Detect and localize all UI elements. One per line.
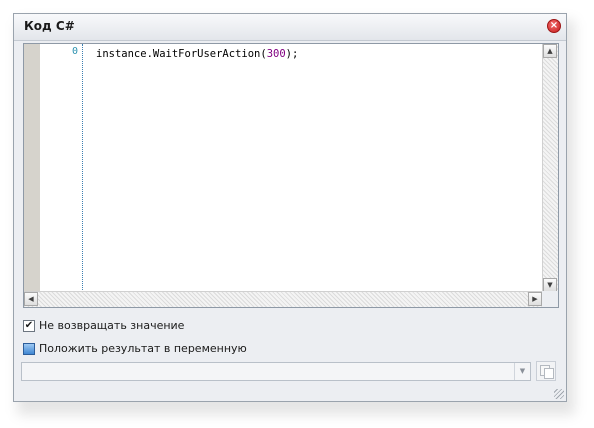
code-editor[interactable]: 0 instance.WaitForUserAction(300); ▲ ▼ ◀… — [23, 43, 559, 308]
store-result-option[interactable]: Положить результат в переменную — [23, 342, 247, 355]
store-result-label: Положить результат в переменную — [39, 342, 247, 355]
scroll-up-button[interactable]: ▲ — [543, 44, 557, 58]
no-return-label: Не возвращать значение — [39, 319, 185, 332]
copy-icon — [540, 365, 554, 379]
line-number-gutter: 0 — [40, 44, 83, 292]
line-number: 0 — [71, 46, 78, 57]
code-call: instance.WaitForUserAction( — [96, 48, 267, 60]
vertical-scrollbar[interactable]: ▲ ▼ — [542, 44, 558, 292]
editor-margin — [24, 44, 40, 292]
no-return-option[interactable]: ✔ Не возвращать значение — [23, 319, 184, 332]
horizontal-scrollbar[interactable]: ◀ ▶ — [24, 291, 542, 307]
chevron-down-icon[interactable]: ▼ — [514, 363, 530, 380]
copy-button[interactable] — [536, 361, 556, 381]
scrollbar-corner — [542, 291, 558, 307]
code-terminator: ); — [285, 48, 299, 60]
no-return-checkbox[interactable]: ✔ — [23, 319, 35, 332]
dialog-title: Код C# — [24, 19, 75, 33]
scroll-down-button[interactable]: ▼ — [543, 278, 557, 292]
resize-grip-icon[interactable] — [554, 389, 564, 399]
variable-select[interactable]: ▼ — [21, 362, 531, 381]
code-number-literal: 300 — [266, 48, 286, 60]
code-line[interactable]: instance.WaitForUserAction(300); — [96, 48, 298, 60]
close-icon[interactable]: × — [547, 19, 561, 33]
title-bar[interactable]: Код C# × — [14, 14, 566, 41]
scroll-right-button[interactable]: ▶ — [528, 292, 542, 306]
variable-icon[interactable] — [23, 342, 35, 355]
code-dialog: Код C# × 0 instance.WaitForUserAction(30… — [13, 13, 567, 402]
scroll-left-button[interactable]: ◀ — [24, 292, 38, 306]
